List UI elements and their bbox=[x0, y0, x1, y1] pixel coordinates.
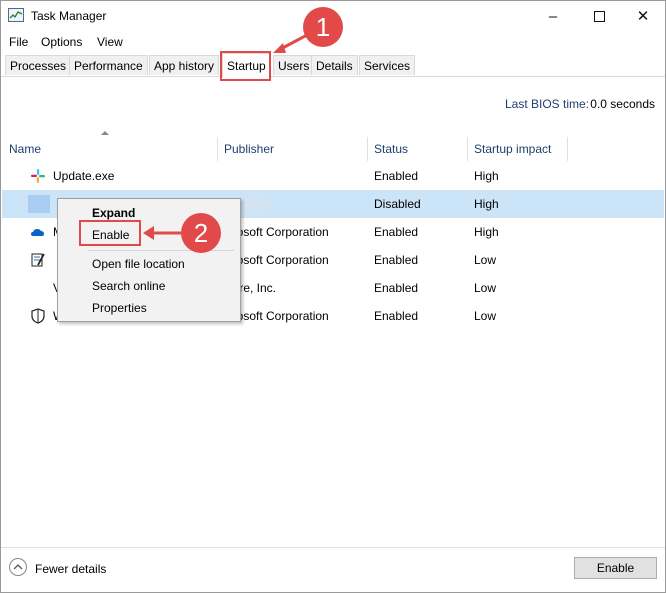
row-startup-impact: High bbox=[474, 225, 499, 239]
close-button[interactable]: ✕ bbox=[620, 1, 666, 31]
column-divider[interactable] bbox=[367, 137, 368, 161]
row-name: Update.exe bbox=[53, 169, 115, 183]
table-row[interactable]: Update.exe Enabled High bbox=[2, 162, 664, 190]
redacted-publisher bbox=[238, 197, 270, 211]
footer-divider bbox=[1, 547, 665, 548]
column-header-publisher[interactable]: Publisher bbox=[224, 137, 274, 161]
tab-services[interactable]: Services bbox=[359, 55, 416, 75]
row-status: Enabled bbox=[374, 281, 419, 295]
minimize-button[interactable]: – bbox=[530, 1, 576, 31]
column-divider[interactable] bbox=[567, 137, 568, 161]
step-2-badge: 2 bbox=[181, 213, 221, 253]
slack-icon bbox=[30, 168, 46, 184]
bios-time-label: Last BIOS time: bbox=[504, 97, 589, 111]
row-startup-impact: Low bbox=[474, 253, 497, 267]
tab-processes[interactable]: Processes bbox=[5, 55, 72, 75]
row-startup-impact: Low bbox=[474, 281, 497, 295]
arrow-icon bbox=[143, 226, 181, 240]
context-menu-separator bbox=[88, 250, 234, 251]
row-status: Enabled bbox=[374, 309, 419, 323]
app-icon bbox=[28, 195, 50, 213]
menu-file[interactable]: File bbox=[9, 35, 28, 49]
step-1-badge: 1 bbox=[303, 7, 343, 47]
context-menu-open-file-location[interactable]: Open file location bbox=[92, 257, 185, 271]
maximize-button[interactable] bbox=[576, 1, 622, 31]
context-menu-properties[interactable]: Properties bbox=[92, 301, 147, 315]
menu-view[interactable]: View bbox=[97, 35, 123, 49]
column-header-startup-impact[interactable]: Startup impact bbox=[474, 137, 551, 161]
maximize-icon bbox=[593, 10, 605, 22]
tab-bar: Processes Performance App history Startu… bbox=[3, 53, 663, 77]
row-status: Enabled bbox=[374, 225, 419, 239]
bios-time-value: 0.0 seconds bbox=[590, 97, 655, 111]
tab-details[interactable]: Details bbox=[311, 55, 358, 75]
task-manager-window: Task Manager – ✕ File Options View Proce… bbox=[0, 0, 666, 593]
window-title: Task Manager bbox=[31, 9, 107, 23]
context-menu-search-online[interactable]: Search online bbox=[92, 279, 165, 293]
tab-app-history[interactable]: App history bbox=[149, 55, 220, 75]
row-startup-impact: Low bbox=[474, 309, 497, 323]
onedrive-icon bbox=[30, 224, 46, 240]
column-divider[interactable] bbox=[467, 137, 468, 161]
row-startup-impact: High bbox=[474, 197, 499, 211]
tab-performance[interactable]: Performance bbox=[69, 55, 148, 75]
close-icon: ✕ bbox=[636, 8, 650, 25]
startup-tab-highlight bbox=[220, 51, 271, 81]
fewer-details-link[interactable]: Fewer details bbox=[35, 562, 106, 576]
task-manager-icon bbox=[8, 8, 24, 22]
enable-button[interactable]: Enable bbox=[574, 557, 657, 579]
enable-option-highlight bbox=[79, 220, 141, 246]
chevron-up-icon[interactable] bbox=[9, 558, 27, 576]
row-status: Enabled bbox=[374, 253, 419, 267]
column-header-name[interactable]: Name bbox=[9, 137, 41, 161]
row-status: Disabled bbox=[374, 197, 421, 211]
column-divider[interactable] bbox=[217, 137, 218, 161]
menu-options[interactable]: Options bbox=[41, 35, 82, 49]
row-status: Enabled bbox=[374, 169, 419, 183]
notepad-icon bbox=[30, 252, 46, 268]
shield-icon bbox=[30, 308, 46, 324]
column-header-status[interactable]: Status bbox=[374, 137, 408, 161]
context-menu-expand[interactable]: Expand bbox=[92, 206, 135, 220]
row-startup-impact: High bbox=[474, 169, 499, 183]
minimize-icon: – bbox=[548, 7, 558, 25]
sort-ascending-icon bbox=[101, 131, 109, 135]
